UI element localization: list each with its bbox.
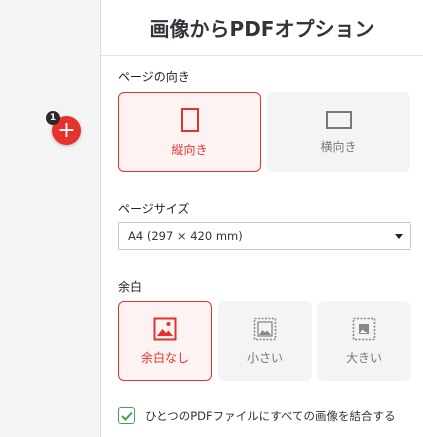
orientation-portrait-label: 縦向き xyxy=(171,142,208,157)
merge-checkbox-label: ひとつのPDFファイルにすべての画像を結合する xyxy=(145,409,396,423)
landscape-page-icon xyxy=(325,110,352,129)
merge-checkbox[interactable] xyxy=(118,407,135,424)
orientation-label: ページの向き xyxy=(118,70,190,84)
page-size-select[interactable]: A4 (297 × 420 mm) xyxy=(118,222,411,250)
no-margin-image-icon xyxy=(153,317,177,340)
page-title: 画像からPDFオプション xyxy=(149,17,375,41)
portrait-page-icon xyxy=(180,107,199,132)
margin-none-label: 余白なし xyxy=(140,350,189,365)
plus-icon: + xyxy=(57,117,76,143)
margin-small-option[interactable]: 小さい xyxy=(218,301,312,381)
margin-big-option[interactable]: 大きい xyxy=(317,301,411,381)
file-list-panel xyxy=(0,0,100,437)
file-count-badge: 1 xyxy=(46,111,60,125)
margin-label: 余白 xyxy=(118,280,143,294)
small-margin-image-icon xyxy=(253,317,277,340)
options-panel: 画像からPDFオプション ページの向き 縦向き 横向き ページサイズ A4 (2… xyxy=(101,0,423,437)
orientation-landscape-option[interactable]: 横向き xyxy=(267,92,410,172)
page-size-value: A4 (297 × 420 mm) xyxy=(128,229,243,243)
margin-small-label: 小さい xyxy=(246,350,283,365)
orientation-landscape-label: 横向き xyxy=(320,139,357,154)
margin-big-label: 大きい xyxy=(345,350,382,365)
dropdown-caret-icon xyxy=(395,234,403,239)
margin-none-option[interactable]: 余白なし xyxy=(118,301,212,381)
orientation-portrait-option[interactable]: 縦向き xyxy=(118,92,261,172)
title-divider xyxy=(101,55,423,56)
page-size-label: ページサイズ xyxy=(118,202,190,216)
big-margin-image-icon xyxy=(352,317,376,340)
checkmark-icon xyxy=(120,411,133,421)
